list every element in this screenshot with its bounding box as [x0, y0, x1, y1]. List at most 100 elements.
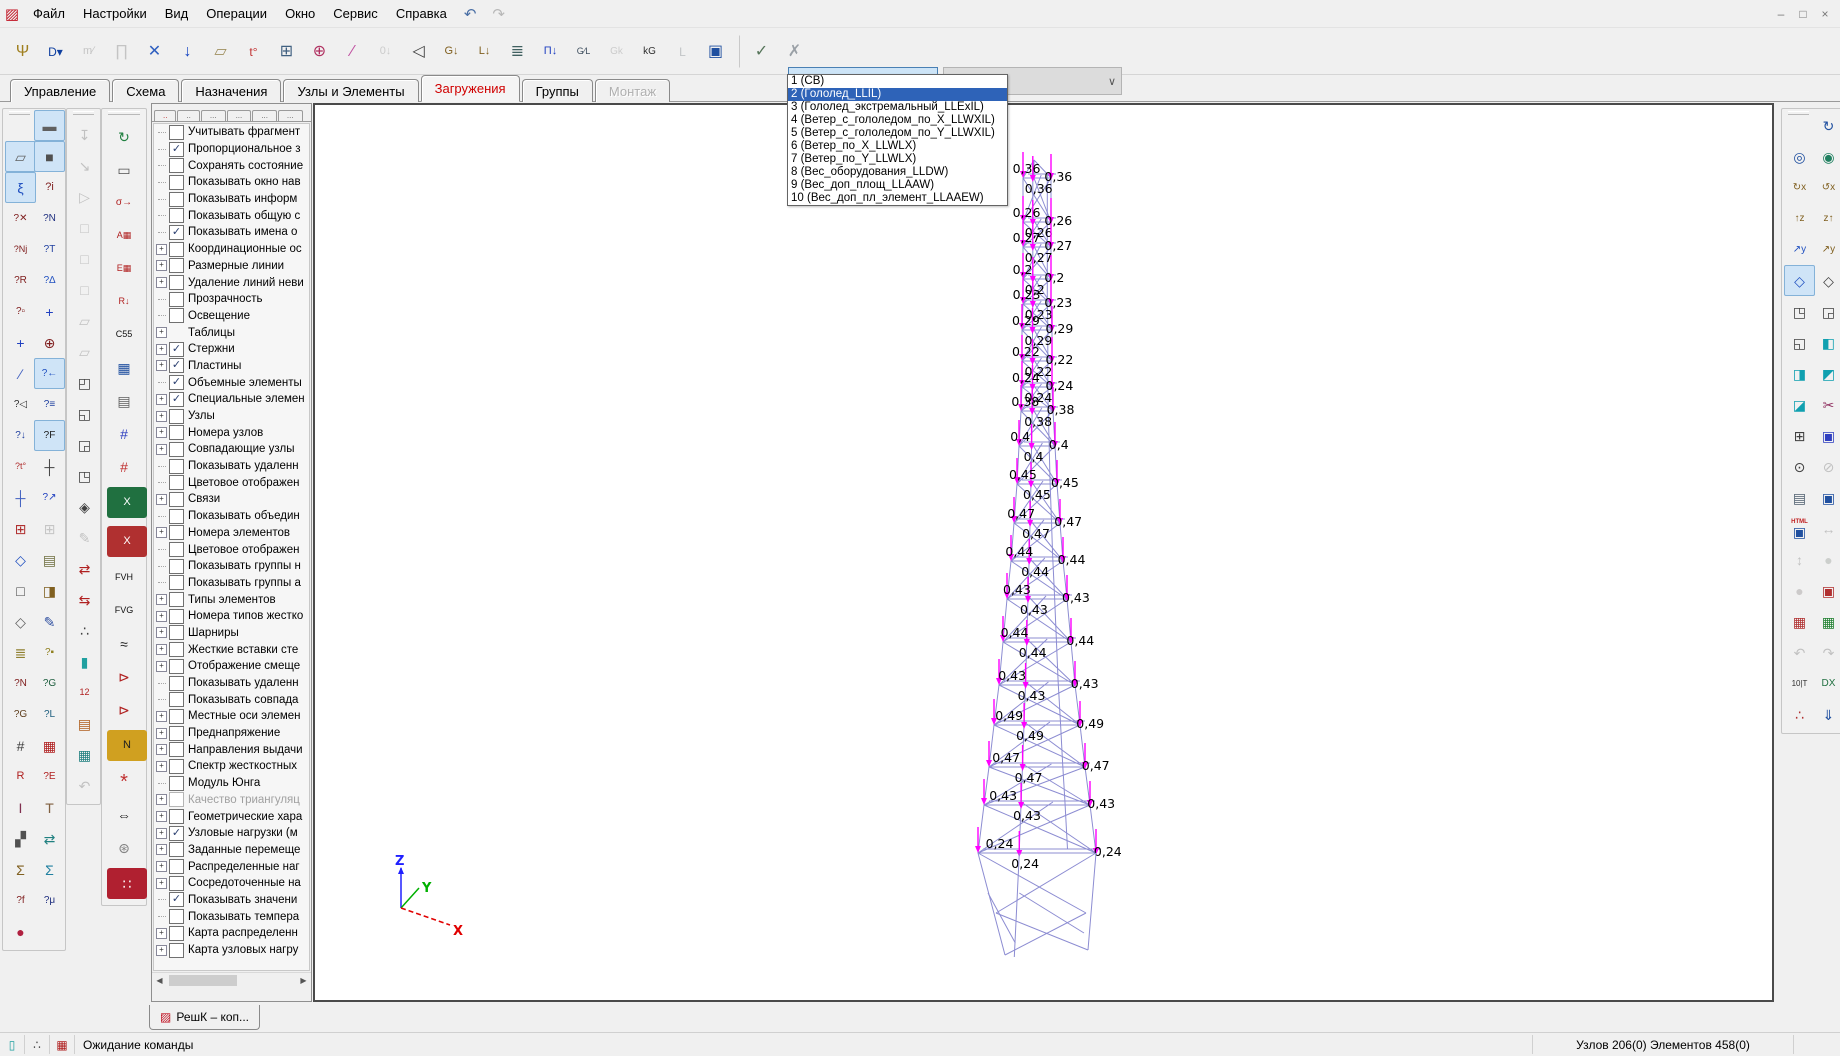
- tree-item-checkbox[interactable]: [169, 192, 184, 207]
- fvh-icon[interactable]: FVH: [104, 562, 144, 593]
- expand-plus-icon[interactable]: +: [154, 794, 169, 805]
- swap-path1-icon[interactable]: ⇄: [69, 553, 100, 584]
- r-materials-icon[interactable]: R↓: [104, 286, 144, 317]
- e-color-map-icon[interactable]: ?E: [34, 761, 65, 792]
- snapshot-icon[interactable]: ▣: [1813, 482, 1840, 513]
- f-rod-icon[interactable]: ?f: [5, 885, 36, 916]
- dimension-grid-icon[interactable]: #: [5, 730, 36, 761]
- load-balance-icon[interactable]: Ψ: [6, 35, 39, 68]
- expand-plus-icon[interactable]: +: [154, 411, 169, 422]
- pennant-x-icon[interactable]: ⊳: [104, 661, 144, 692]
- c55-icon[interactable]: C55: [104, 319, 144, 350]
- expand-plus-icon[interactable]: +: [154, 711, 169, 722]
- excel-green-icon[interactable]: X: [107, 487, 147, 518]
- frame-select-icon[interactable]: ▣: [1813, 420, 1840, 451]
- pennant-arrow-icon[interactable]: ⊳: [104, 694, 144, 725]
- tree-item-checkbox[interactable]: [169, 809, 184, 824]
- tree-item-checkbox[interactable]: [169, 792, 184, 807]
- tree-item-checkbox[interactable]: [169, 442, 184, 457]
- expand-plus-icon[interactable]: +: [154, 594, 169, 605]
- expand-plus-icon[interactable]: +: [154, 260, 169, 271]
- table-blue-icon[interactable]: ▦: [104, 352, 144, 383]
- tree-item-checkbox[interactable]: [169, 943, 184, 958]
- face-view3-icon[interactable]: ◩: [1813, 358, 1840, 389]
- snap-node2-icon[interactable]: ┼: [5, 482, 36, 513]
- view-top-icon[interactable]: ◲: [1813, 296, 1840, 327]
- tree-item-checkbox[interactable]: [169, 292, 184, 307]
- settings-minitab-6[interactable]: ...: [278, 110, 303, 121]
- tree-hscrollbar[interactable]: ◀ ▶: [152, 972, 311, 988]
- expand-plus-icon[interactable]: +: [154, 444, 169, 455]
- tree-item-checkbox[interactable]: [169, 592, 184, 607]
- report-doc-icon[interactable]: ▤: [104, 385, 144, 416]
- tree-item-checkbox[interactable]: [169, 509, 184, 524]
- tree-item-checkbox[interactable]: [169, 609, 184, 624]
- tree-item-checkbox[interactable]: [169, 459, 184, 474]
- fragment-info-icon[interactable]: ?▫: [5, 296, 36, 327]
- l-load-icon[interactable]: L↓: [468, 35, 501, 68]
- menu-service[interactable]: Сервис: [324, 2, 387, 25]
- view-side-icon[interactable]: ◱: [1784, 327, 1815, 358]
- loadcase-option[interactable]: 9 (Вес_доп_площ_LLAAW): [788, 179, 1007, 192]
- plate-number-icon[interactable]: ?N: [5, 668, 36, 699]
- face-view1-icon[interactable]: ◧: [1813, 327, 1840, 358]
- open-folder-icon[interactable]: ▭: [104, 154, 144, 185]
- scroll-track[interactable]: [167, 974, 296, 987]
- domino-plate-icon[interactable]: ▞: [5, 823, 36, 854]
- loadcase-option[interactable]: 2 (Гололед_LLIL): [788, 88, 1007, 101]
- cube-diamond-icon[interactable]: ◈: [69, 491, 100, 522]
- beam-load-info-icon[interactable]: ?≡: [34, 389, 65, 420]
- status-plate-icon[interactable]: ▯: [0, 1035, 25, 1054]
- tree-item-checkbox[interactable]: [169, 208, 184, 223]
- scroll-thumb[interactable]: [169, 975, 237, 986]
- tab-scheme[interactable]: Схема: [112, 79, 179, 102]
- force-f-info-icon[interactable]: ?F: [34, 420, 65, 451]
- undo-icon[interactable]: ↶: [456, 3, 485, 25]
- orbit-planet-icon[interactable]: ◎: [1784, 141, 1815, 172]
- group-g-rod-icon[interactable]: ?G: [5, 699, 36, 730]
- plate-load-icon[interactable]: ⊞: [270, 35, 303, 68]
- loadcase-option[interactable]: 10 (Вес_доп_пл_элемент_LLAAEW): [788, 192, 1007, 205]
- globe-icon[interactable]: ◉: [1813, 141, 1840, 172]
- mu-rho-icon[interactable]: ?μ: [34, 885, 65, 916]
- node-axis-icon[interactable]: ✕: [138, 35, 171, 68]
- rotate-minus-y-icon[interactable]: ↗y: [1813, 234, 1840, 265]
- view-front-icon[interactable]: ◳: [1784, 296, 1815, 327]
- digits-panel-icon[interactable]: 10|T: [1784, 668, 1815, 699]
- tree-item-checkbox[interactable]: [169, 525, 184, 540]
- r-histogram-icon[interactable]: R: [5, 761, 36, 792]
- grid-arrows-icon[interactable]: ▦: [1784, 606, 1815, 637]
- rotate-minus-z-icon[interactable]: z↑: [1813, 203, 1840, 234]
- filter-rods-icon[interactable]: ▬: [34, 110, 65, 141]
- axes-node-icon[interactable]: +: [34, 296, 65, 327]
- tree-item-checkbox[interactable]: [169, 425, 184, 440]
- fvg-icon[interactable]: FVG: [104, 595, 144, 626]
- expand-plus-icon[interactable]: +: [154, 661, 169, 672]
- loadcase-option[interactable]: 6 (Ветер_по_X_LLWLX): [788, 140, 1007, 153]
- expand-plus-icon[interactable]: +: [154, 828, 169, 839]
- cube-corner4-icon[interactable]: ◳: [69, 460, 100, 491]
- expand-plus-icon[interactable]: +: [154, 844, 169, 855]
- tree-item-checkbox[interactable]: [169, 776, 184, 791]
- scroll-right-icon[interactable]: ▶: [296, 976, 311, 985]
- tree-item-checkbox[interactable]: [169, 475, 184, 490]
- confirm-icon[interactable]: ✓: [739, 35, 778, 68]
- tree-item-checkbox[interactable]: [169, 242, 184, 257]
- tree-item-checkbox[interactable]: [169, 409, 184, 424]
- paint-brush-icon[interactable]: ✎: [34, 606, 65, 637]
- force-info-icon[interactable]: ?↓: [5, 420, 36, 451]
- cube-outline-icon[interactable]: □: [5, 575, 36, 606]
- gear-icon[interactable]: ⊛: [104, 832, 144, 863]
- frame-blue-icon[interactable]: #: [104, 418, 144, 449]
- tree-item-checkbox[interactable]: [169, 308, 184, 323]
- rotate-z-icon[interactable]: ↑z: [1784, 203, 1815, 234]
- thermal-load-icon[interactable]: t°: [237, 35, 270, 68]
- document-tab[interactable]: ▨ РешК – коп...: [149, 1005, 260, 1030]
- tree-item-checkbox[interactable]: [169, 158, 184, 173]
- cube-wire-icon[interactable]: ◇: [5, 606, 36, 637]
- select-area-icon[interactable]: ▣: [1813, 575, 1840, 606]
- tab-nodes-elements[interactable]: Узлы и Элементы: [283, 79, 418, 102]
- g-load-icon[interactable]: G↓: [435, 35, 468, 68]
- frame-red-icon[interactable]: #: [104, 451, 144, 482]
- expand-plus-icon[interactable]: +: [154, 728, 169, 739]
